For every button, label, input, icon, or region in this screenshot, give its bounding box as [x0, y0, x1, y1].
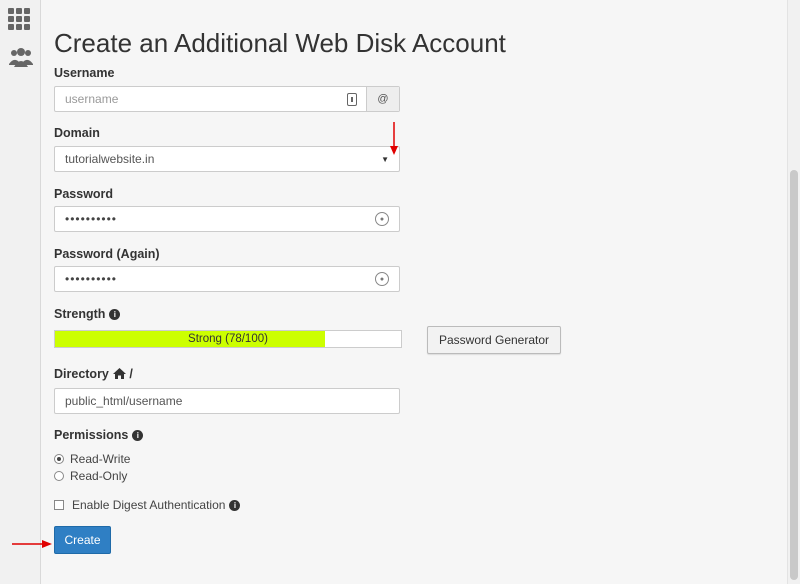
directory-slash: /	[129, 367, 133, 381]
password-value: ••••••••••	[65, 212, 118, 226]
strength-text: Strong (78/100)	[188, 333, 268, 345]
digest-auth-checkbox[interactable]	[54, 500, 64, 510]
radio-read-only[interactable]	[54, 471, 64, 481]
domain-label: Domain	[54, 126, 100, 140]
home-icon	[112, 368, 126, 382]
read-only-label: Read-Only	[70, 469, 128, 483]
password-generator-button[interactable]: Password Generator	[427, 326, 561, 354]
password-manager-icon[interactable]	[347, 93, 357, 106]
username-placeholder: username	[65, 92, 119, 106]
apps-grid-icon[interactable]	[8, 8, 30, 30]
permission-read-only[interactable]: Read-Only	[54, 469, 127, 483]
read-write-label: Read-Write	[70, 452, 131, 466]
info-icon[interactable]: i	[229, 499, 241, 511]
username-input[interactable]: username	[55, 87, 367, 111]
scrollbar-thumb[interactable]	[790, 170, 798, 580]
digest-auth-label: Enable Digest Authentication	[72, 498, 226, 512]
strength-label-text: Strength	[54, 307, 106, 321]
radio-read-write[interactable]	[54, 454, 64, 464]
info-icon[interactable]: i	[109, 309, 121, 320]
permissions-label: Permissions i	[54, 428, 144, 442]
username-label: Username	[54, 66, 115, 80]
directory-label-text: Directory	[54, 367, 109, 381]
directory-input[interactable]: public_html/username	[54, 388, 400, 414]
strength-label: Strength i	[54, 307, 121, 321]
strength-meter: Strong (78/100)	[54, 330, 402, 348]
create-button[interactable]: Create	[54, 526, 111, 554]
scrollbar[interactable]	[787, 0, 800, 584]
caret-down-icon: ▼	[381, 154, 389, 164]
password-label: Password	[54, 187, 114, 201]
domain-value: tutorialwebsite.in	[65, 152, 155, 166]
username-at-addon: @	[367, 87, 399, 111]
left-sidebar	[0, 0, 41, 584]
show-password-icon[interactable]: ●	[375, 212, 389, 226]
annotation-arrow-right-icon	[12, 540, 52, 548]
directory-label: Directory /	[54, 367, 133, 382]
password-again-label: Password (Again)	[54, 247, 160, 261]
directory-value: public_html/username	[65, 394, 183, 408]
annotation-arrow-down-icon	[390, 122, 398, 155]
digest-auth-option[interactable]: Enable Digest Authentication i	[54, 498, 241, 512]
users-icon[interactable]	[8, 44, 34, 70]
show-password-again-icon[interactable]: ●	[375, 272, 389, 286]
domain-select[interactable]: tutorialwebsite.in ▼	[54, 146, 400, 172]
permissions-label-text: Permissions	[54, 428, 129, 442]
permission-read-write[interactable]: Read-Write	[54, 452, 130, 466]
page-title: Create an Additional Web Disk Account	[54, 28, 506, 58]
password-input[interactable]: •••••••••• ●	[54, 206, 400, 232]
password-again-value: ••••••••••	[65, 272, 118, 286]
password-again-input[interactable]: •••••••••• ●	[54, 266, 400, 292]
info-icon[interactable]: i	[132, 430, 144, 441]
username-field[interactable]: username @	[54, 86, 400, 112]
